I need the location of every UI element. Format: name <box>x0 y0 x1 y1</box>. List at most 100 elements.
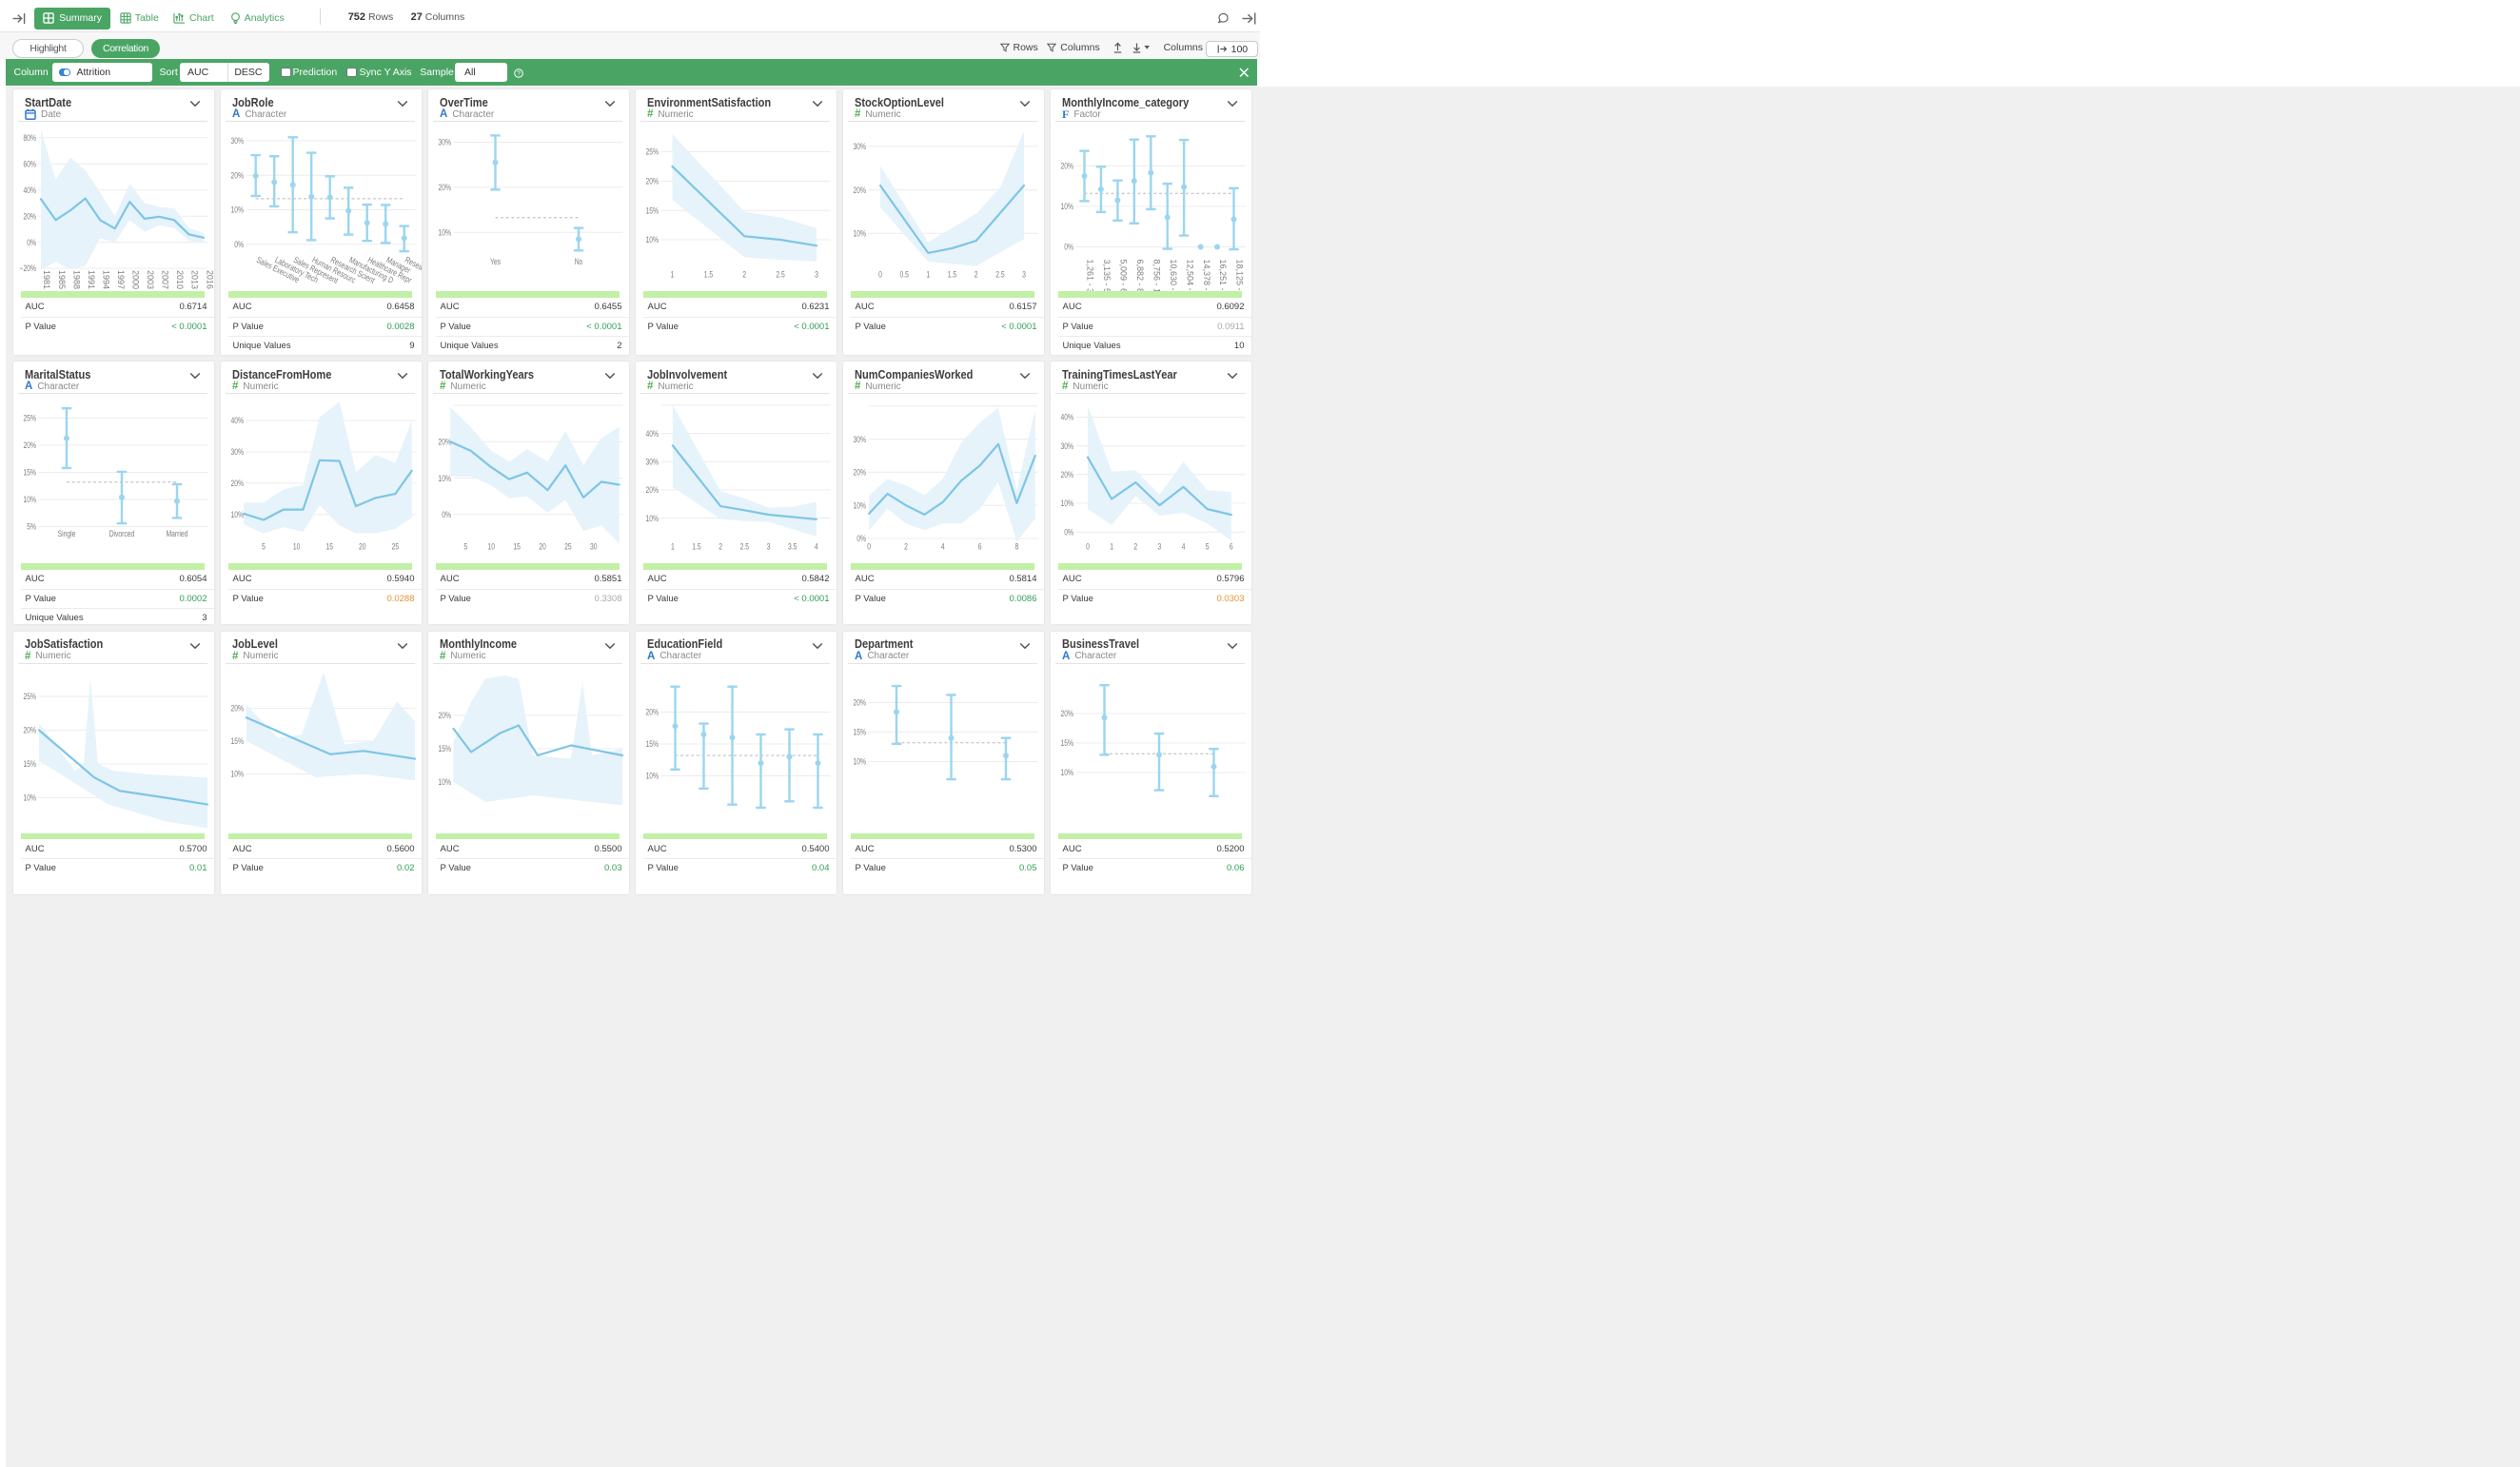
svg-text:6: 6 <box>977 542 981 552</box>
svg-text:5: 5 <box>262 542 266 552</box>
svg-text:0%: 0% <box>234 240 244 249</box>
svg-text:0%: 0% <box>442 510 451 519</box>
svg-text:1.5: 1.5 <box>692 542 700 552</box>
svg-text:40%: 40% <box>230 416 244 425</box>
svg-text:20%: 20% <box>230 170 244 180</box>
svg-text:2: 2 <box>719 542 722 552</box>
svg-text:15%: 15% <box>645 205 659 215</box>
svg-text:30%: 30% <box>230 447 244 457</box>
svg-text:2: 2 <box>974 270 977 280</box>
svg-text:1988: 1988 <box>71 270 81 289</box>
svg-text:25: 25 <box>564 542 572 552</box>
svg-text:1994: 1994 <box>101 270 110 289</box>
svg-text:40%: 40% <box>1060 413 1073 422</box>
svg-text:20%: 20% <box>23 725 36 734</box>
svg-text:10%: 10% <box>230 205 244 215</box>
svg-text:1.5: 1.5 <box>947 270 955 280</box>
svg-text:25%: 25% <box>645 147 659 157</box>
svg-text:2000: 2000 <box>130 270 140 289</box>
svg-text:30%: 30% <box>438 138 451 147</box>
svg-text:2010: 2010 <box>175 270 185 289</box>
svg-text:25%: 25% <box>23 414 36 423</box>
svg-text:30%: 30% <box>853 435 866 444</box>
svg-text:10%: 10% <box>230 769 244 778</box>
svg-text:2007: 2007 <box>160 270 169 289</box>
svg-text:Married: Married <box>166 529 187 538</box>
svg-text:4: 4 <box>940 542 944 552</box>
svg-text:1: 1 <box>670 270 674 280</box>
svg-text:40%: 40% <box>23 186 36 195</box>
svg-text:2.5: 2.5 <box>776 270 784 280</box>
svg-text:15: 15 <box>513 542 521 552</box>
svg-text:1: 1 <box>1110 542 1113 552</box>
svg-text:3: 3 <box>1022 270 1026 280</box>
svg-text:20%: 20% <box>1060 162 1073 171</box>
svg-text:Single: Single <box>57 529 75 538</box>
svg-text:15%: 15% <box>853 727 866 736</box>
svg-text:15%: 15% <box>645 739 659 749</box>
svg-text:2.5: 2.5 <box>995 270 1004 280</box>
svg-text:1985: 1985 <box>56 270 66 289</box>
svg-text:2: 2 <box>742 270 746 280</box>
svg-text:20%: 20% <box>438 183 451 192</box>
svg-text:0%: 0% <box>27 238 36 247</box>
svg-text:3: 3 <box>766 542 770 552</box>
svg-text:20: 20 <box>539 542 546 552</box>
svg-text:1997: 1997 <box>115 270 125 289</box>
svg-text:80%: 80% <box>23 133 36 143</box>
svg-text:30%: 30% <box>853 142 866 151</box>
svg-text:20%: 20% <box>1060 709 1073 718</box>
svg-text:2003: 2003 <box>146 270 155 289</box>
svg-text:10%: 10% <box>645 514 659 523</box>
svg-text:5: 5 <box>1205 542 1209 552</box>
svg-text:20: 20 <box>359 542 366 552</box>
svg-text:25%: 25% <box>23 692 36 701</box>
svg-text:0%: 0% <box>1064 243 1073 252</box>
svg-text:Divorced: Divorced <box>108 529 134 538</box>
svg-text:20%: 20% <box>645 485 659 495</box>
svg-text:0%: 0% <box>1064 527 1073 537</box>
svg-text:20%: 20% <box>23 440 36 450</box>
svg-text:60%: 60% <box>23 160 36 169</box>
svg-text:2.5: 2.5 <box>739 542 748 552</box>
svg-text:6,882 - 8: 6,882 - 8 <box>1135 259 1145 291</box>
svg-text:12,504 -: 12,504 - <box>1185 259 1194 290</box>
svg-text:10%: 10% <box>230 510 244 519</box>
svg-text:8,756 - 1: 8,756 - 1 <box>1152 260 1161 291</box>
svg-text:10%: 10% <box>853 229 866 239</box>
svg-text:30%: 30% <box>230 136 244 146</box>
svg-text:1: 1 <box>671 542 675 552</box>
svg-text:5%: 5% <box>27 522 36 532</box>
svg-text:40%: 40% <box>645 429 659 439</box>
svg-text:10: 10 <box>487 542 495 552</box>
svg-text:10,630 -: 10,630 - <box>1168 260 1177 291</box>
svg-text:8: 8 <box>1014 542 1018 552</box>
svg-text:3: 3 <box>815 270 818 280</box>
svg-text:10: 10 <box>292 542 300 552</box>
svg-text:2016: 2016 <box>205 270 214 289</box>
svg-text:0: 0 <box>878 270 882 280</box>
svg-text:10%: 10% <box>645 235 659 244</box>
svg-text:−20%: −20% <box>19 264 36 273</box>
svg-text:20%: 20% <box>853 186 866 195</box>
svg-text:10%: 10% <box>438 228 451 238</box>
svg-text:3: 3 <box>1157 542 1161 552</box>
svg-text:15%: 15% <box>23 468 36 478</box>
svg-text:10%: 10% <box>438 474 451 483</box>
svg-text:20%: 20% <box>438 711 451 720</box>
svg-text:20%: 20% <box>230 479 244 488</box>
svg-text:10%: 10% <box>1060 768 1073 777</box>
svg-text:30: 30 <box>590 542 598 552</box>
svg-text:5: 5 <box>463 542 467 552</box>
svg-text:2: 2 <box>1133 542 1137 552</box>
svg-text:10%: 10% <box>23 495 36 504</box>
svg-text:0: 0 <box>867 542 871 552</box>
svg-text:10%: 10% <box>1060 499 1073 508</box>
svg-text:20%: 20% <box>230 703 244 713</box>
svg-text:Yes: Yes <box>490 257 501 266</box>
svg-text:20%: 20% <box>645 707 659 716</box>
svg-text:10%: 10% <box>438 777 451 787</box>
svg-text:20%: 20% <box>1060 470 1073 479</box>
svg-text:30%: 30% <box>645 458 659 467</box>
svg-text:1,261 - 3: 1,261 - 3 <box>1085 260 1094 292</box>
